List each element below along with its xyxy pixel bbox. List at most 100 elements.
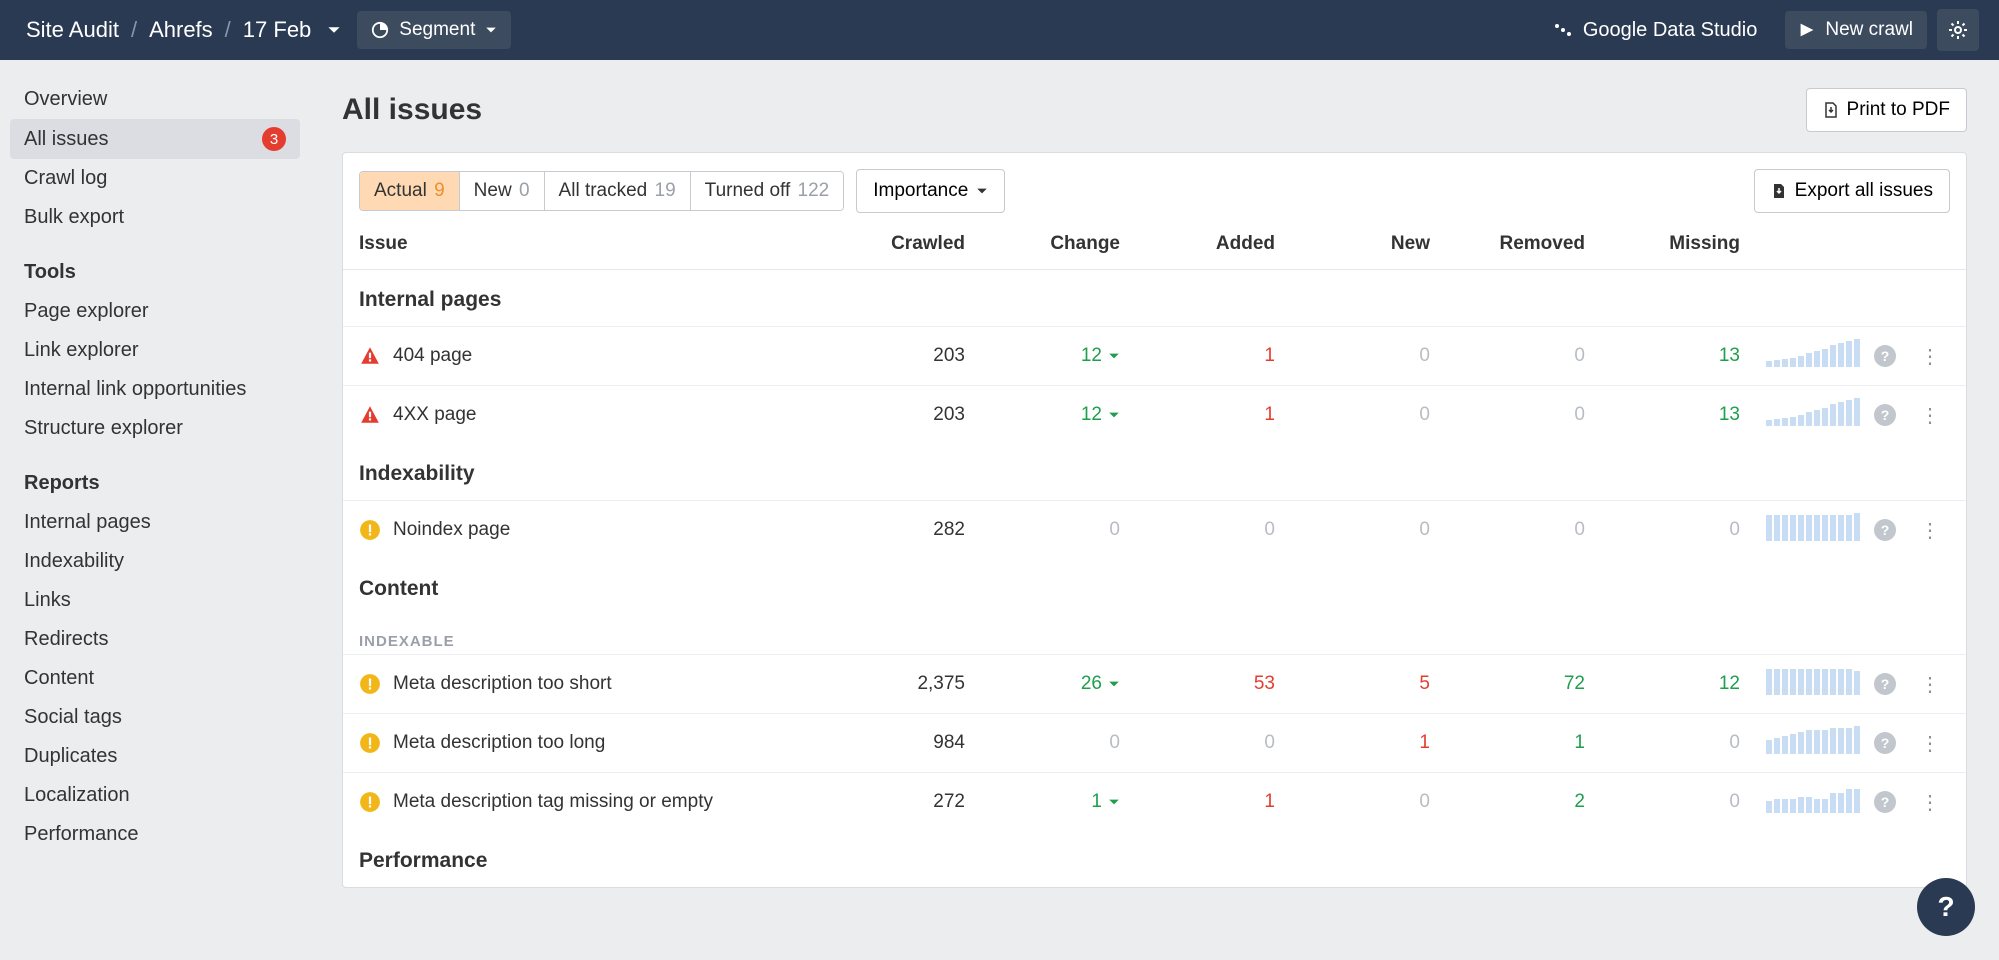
segment-button[interactable]: Segment — [357, 11, 511, 49]
help-fab[interactable]: ? — [1917, 878, 1975, 936]
table-row[interactable]: Meta description too short2,37526 535721… — [343, 654, 1966, 713]
issues-panel: Actual 9New 0All tracked 19Turned off 12… — [342, 152, 1967, 888]
breadcrumb-date[interactable]: 17 Feb — [237, 17, 318, 43]
sidebar-item-links[interactable]: Links — [10, 581, 300, 620]
row-menu-icon[interactable]: ⋮ — [1920, 346, 1940, 368]
col-added[interactable]: Added — [1120, 233, 1275, 255]
row-menu-icon[interactable]: ⋮ — [1920, 733, 1940, 755]
col-missing[interactable]: Missing — [1585, 233, 1740, 255]
help-icon[interactable]: ? — [1874, 404, 1896, 426]
change-value: 26 — [965, 673, 1120, 695]
sidebar-item-content[interactable]: Content — [10, 659, 300, 698]
breadcrumb-project[interactable]: Ahrefs — [143, 17, 219, 43]
row-menu-icon[interactable]: ⋮ — [1920, 405, 1940, 427]
warning-icon — [359, 519, 381, 541]
filter-tab-new[interactable]: New 0 — [460, 172, 545, 210]
crawled-value: 272 — [810, 791, 965, 813]
missing-value: 12 — [1585, 673, 1740, 695]
print-pdf-button[interactable]: Print to PDF — [1806, 88, 1967, 132]
col-issue[interactable]: Issue — [359, 233, 810, 255]
crawled-value: 984 — [810, 732, 965, 754]
new-value: 0 — [1275, 791, 1430, 813]
sidebar-item-internal-pages[interactable]: Internal pages — [10, 503, 300, 542]
table-row[interactable]: 404 page20312 10013?⋮ — [343, 326, 1966, 385]
filter-tab-all-tracked[interactable]: All tracked 19 — [545, 172, 691, 210]
help-icon[interactable]: ? — [1874, 732, 1896, 754]
importance-dropdown[interactable]: Importance — [856, 169, 1005, 213]
sidebar-item-overview[interactable]: Overview — [10, 80, 300, 119]
chevron-down-icon — [976, 185, 988, 197]
table-row[interactable]: Meta description too long98400110?⋮ — [343, 713, 1966, 772]
sidebar-item-page-explorer[interactable]: Page explorer — [10, 292, 300, 331]
sidebar-item-localization[interactable]: Localization — [10, 776, 300, 815]
sparkline — [1766, 785, 1860, 813]
google-data-studio-link[interactable]: Google Data Studio — [1553, 19, 1758, 42]
table-header: Issue Crawled Change Added New Removed M… — [343, 213, 1966, 270]
error-icon — [359, 345, 381, 367]
chevron-down-icon[interactable] — [321, 23, 347, 37]
col-crawled[interactable]: Crawled — [810, 233, 965, 255]
sidebar-item-duplicates[interactable]: Duplicates — [10, 737, 300, 776]
crawled-value: 2,375 — [810, 673, 965, 695]
crawled-value: 203 — [810, 404, 965, 426]
sidebar-item-redirects[interactable]: Redirects — [10, 620, 300, 659]
sidebar-item-all-issues[interactable]: All issues3 — [10, 119, 300, 159]
row-menu-icon[interactable]: ⋮ — [1920, 674, 1940, 696]
sparkline — [1766, 398, 1860, 426]
sidebar-item-structure-explorer[interactable]: Structure explorer — [10, 409, 300, 448]
col-new[interactable]: New — [1275, 233, 1430, 255]
help-icon[interactable]: ? — [1874, 519, 1896, 541]
missing-value: 13 — [1585, 404, 1740, 426]
export-button[interactable]: Export all issues — [1754, 169, 1950, 213]
settings-button[interactable] — [1937, 9, 1979, 51]
help-icon[interactable]: ? — [1874, 345, 1896, 367]
section-title: Performance — [343, 831, 1966, 887]
new-value: 0 — [1275, 404, 1430, 426]
sidebar-heading-tools: Tools — [10, 237, 300, 292]
missing-value: 0 — [1585, 732, 1740, 754]
new-value: 5 — [1275, 673, 1430, 695]
play-icon — [1799, 22, 1815, 38]
new-value: 0 — [1275, 345, 1430, 367]
row-menu-icon[interactable]: ⋮ — [1920, 520, 1940, 542]
sidebar-item-indexability[interactable]: Indexability — [10, 542, 300, 581]
subsection-label: INDEXABLE — [343, 615, 1966, 654]
data-studio-icon — [1553, 20, 1573, 40]
col-removed[interactable]: Removed — [1430, 233, 1585, 255]
breadcrumb-separator: / — [125, 17, 143, 43]
new-crawl-button[interactable]: New crawl — [1785, 11, 1927, 49]
crawled-value: 203 — [810, 345, 965, 367]
issue-name: Noindex page — [393, 519, 510, 541]
table-row[interactable]: 4XX page20312 10013?⋮ — [343, 385, 1966, 444]
sidebar-item-social-tags[interactable]: Social tags — [10, 698, 300, 737]
filter-tab-turned-off[interactable]: Turned off 122 — [691, 172, 844, 210]
chevron-down-icon — [485, 24, 497, 36]
table-row[interactable]: Meta description tag missing or empty272… — [343, 772, 1966, 831]
sidebar-heading-reports: Reports — [10, 448, 300, 503]
breadcrumb-site-audit[interactable]: Site Audit — [20, 17, 125, 43]
removed-value: 2 — [1430, 791, 1585, 813]
filter-tab-actual[interactable]: Actual 9 — [360, 172, 460, 210]
new-value: 1 — [1275, 732, 1430, 754]
sidebar-item-performance[interactable]: Performance — [10, 815, 300, 854]
warning-icon — [359, 791, 381, 813]
removed-value: 72 — [1430, 673, 1585, 695]
main-content: All issues Print to PDF Actual 9New 0All… — [310, 60, 1999, 960]
row-menu-icon[interactable]: ⋮ — [1920, 792, 1940, 814]
sidebar-item-bulk-export[interactable]: Bulk export — [10, 198, 300, 237]
sidebar-item-link-explorer[interactable]: Link explorer — [10, 331, 300, 370]
added-value: 1 — [1120, 404, 1275, 426]
gear-icon — [1948, 20, 1968, 40]
help-icon[interactable]: ? — [1874, 673, 1896, 695]
change-value: 0 — [965, 732, 1120, 754]
importance-label: Importance — [873, 180, 968, 202]
gds-label: Google Data Studio — [1583, 19, 1758, 42]
table-row[interactable]: Noindex page28200000?⋮ — [343, 500, 1966, 559]
sidebar-item-internal-link-opportunities[interactable]: Internal link opportunities — [10, 370, 300, 409]
col-change[interactable]: Change — [965, 233, 1120, 255]
sidebar-item-crawl-log[interactable]: Crawl log — [10, 159, 300, 198]
missing-value: 13 — [1585, 345, 1740, 367]
change-value: 12 — [965, 404, 1120, 426]
print-label: Print to PDF — [1847, 99, 1950, 121]
help-icon[interactable]: ? — [1874, 791, 1896, 813]
